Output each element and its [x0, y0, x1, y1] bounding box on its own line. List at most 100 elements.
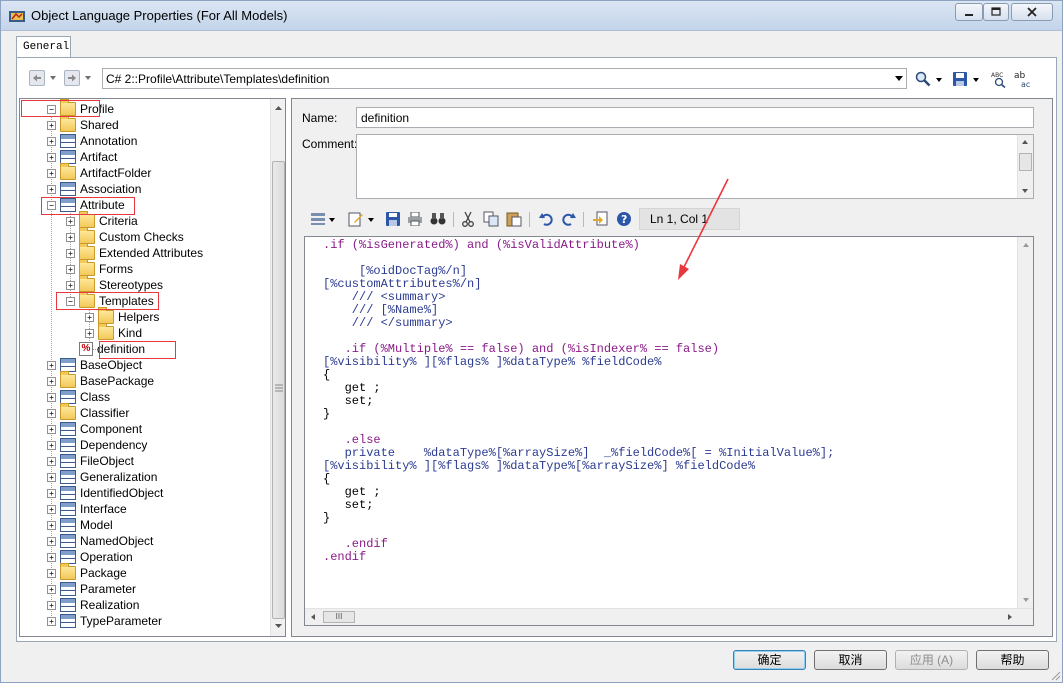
find-button[interactable] [914, 70, 932, 88]
help-button[interactable]: ? [615, 211, 632, 227]
tree-scrollbar[interactable] [270, 99, 285, 636]
expand-icon[interactable]: + [47, 168, 56, 178]
tree-item[interactable]: + Shared [47, 115, 119, 133]
tree-item[interactable]: + Realization [47, 597, 139, 613]
expand-icon[interactable]: + [47, 472, 56, 482]
edit-with-button[interactable] [347, 211, 364, 227]
resize-grip-icon[interactable] [1049, 669, 1061, 681]
edit-dropdown-icon[interactable] [368, 218, 374, 222]
expand-icon[interactable]: + [47, 568, 56, 578]
expand-icon[interactable]: + [47, 408, 56, 418]
forward-button[interactable] [64, 70, 80, 86]
tree-item[interactable]: + Generalization [47, 469, 157, 485]
comment-field[interactable] [356, 134, 1034, 199]
tree-item[interactable]: + Package [47, 563, 127, 581]
tree-item[interactable]: + Component [47, 421, 142, 437]
tree-item[interactable]: + Annotation [47, 133, 137, 149]
tree-item[interactable]: + Kind [85, 323, 142, 341]
expand-icon[interactable]: + [47, 584, 56, 594]
expand-icon[interactable]: + [66, 264, 75, 274]
properties-dropdown-icon[interactable] [329, 218, 335, 222]
cut-button[interactable] [459, 211, 476, 227]
maximize-button[interactable] [983, 3, 1009, 21]
comment-scroll-thumb[interactable] [1019, 153, 1032, 171]
tree-item[interactable]: + BasePackage [47, 371, 154, 389]
tree-item[interactable]: + Criteria [66, 211, 138, 229]
scroll-left-icon[interactable] [308, 611, 318, 623]
redo-button[interactable] [560, 211, 577, 227]
expand-icon[interactable]: + [47, 616, 56, 626]
apply-button[interactable]: 应用 (A) [895, 650, 968, 670]
expand-icon[interactable]: + [47, 424, 56, 434]
expand-icon[interactable]: + [47, 504, 56, 514]
help-dialog-button[interactable]: 帮助 [976, 650, 1049, 670]
undo-button[interactable] [537, 211, 554, 227]
expand-icon[interactable]: + [66, 280, 75, 290]
scroll-down-icon[interactable] [1018, 186, 1032, 196]
save-dropdown-icon[interactable] [973, 78, 979, 82]
code-hscroll-thumb[interactable]: III [323, 611, 355, 623]
save-button[interactable] [951, 70, 969, 88]
expand-icon[interactable]: + [47, 440, 56, 450]
tree-item[interactable]: + Artifact [47, 149, 117, 165]
comment-scrollbar[interactable] [1017, 135, 1033, 198]
expand-icon[interactable]: + [47, 520, 56, 530]
scroll-down-icon[interactable] [272, 621, 285, 631]
save-file-button[interactable] [384, 211, 401, 227]
tree-item[interactable]: + Helpers [85, 307, 159, 325]
expand-icon[interactable]: + [66, 248, 75, 258]
tree-item[interactable]: + Classifier [47, 403, 129, 421]
name-field[interactable]: definition [356, 107, 1034, 128]
expand-icon[interactable]: + [66, 216, 75, 226]
expand-icon[interactable]: + [47, 600, 56, 610]
scroll-up-icon[interactable] [1018, 137, 1032, 147]
replace-button[interactable]: ab ac [1013, 69, 1033, 89]
tree-item[interactable]: + Forms [66, 259, 133, 277]
copy-button[interactable] [482, 211, 499, 227]
cancel-button[interactable]: 取消 [814, 650, 887, 670]
close-button[interactable] [1011, 3, 1053, 21]
expand-icon[interactable]: + [47, 392, 56, 402]
tree-item[interactable]: + Interface [47, 501, 127, 517]
tree-item[interactable]: + Parameter [47, 581, 136, 597]
insert-field-button[interactable] [591, 211, 608, 227]
scroll-right-icon[interactable] [1005, 611, 1015, 623]
back-button[interactable] [29, 70, 45, 86]
back-dropdown-icon[interactable] [50, 76, 56, 80]
scroll-down-icon[interactable] [1019, 595, 1033, 605]
expand-icon[interactable]: + [47, 184, 56, 194]
expand-icon[interactable]: + [85, 328, 94, 338]
tree-item[interactable]: + FileObject [47, 453, 134, 469]
print-button[interactable] [406, 211, 423, 227]
expand-icon[interactable]: + [47, 536, 56, 546]
tree-item[interactable]: + Model [47, 517, 113, 533]
find-dropdown-icon[interactable] [936, 78, 942, 82]
tree-scroll-thumb[interactable] [272, 161, 285, 619]
tree-item[interactable]: + Class [47, 389, 110, 405]
ok-button[interactable]: 确定 [733, 650, 806, 670]
template-code[interactable]: .if (%isGenerated%) and (%isValidAttribu… [323, 239, 834, 564]
expand-icon[interactable]: + [47, 120, 56, 130]
expand-icon[interactable]: + [85, 312, 94, 322]
paste-button[interactable] [505, 211, 522, 227]
tab-general[interactable]: General [16, 36, 71, 58]
tree-item[interactable]: + NamedObject [47, 533, 153, 549]
template-code-editor[interactable]: .if (%isGenerated%) and (%isValidAttribu… [304, 236, 1034, 626]
expand-icon[interactable]: + [47, 488, 56, 498]
minimize-button[interactable] [955, 3, 983, 21]
tree-item[interactable]: + IdentifiedObject [47, 485, 163, 501]
scroll-up-icon[interactable] [1019, 240, 1033, 250]
properties-button[interactable] [309, 211, 326, 227]
expand-icon[interactable]: + [66, 232, 75, 242]
expand-icon[interactable]: + [47, 552, 56, 562]
tree-item[interactable]: + ArtifactFolder [47, 163, 151, 181]
code-vertical-scrollbar[interactable] [1017, 237, 1033, 609]
scroll-up-icon[interactable] [272, 103, 285, 113]
path-combobox[interactable]: C# 2::Profile\Attribute\Templates\defini… [102, 68, 907, 89]
tree-item[interactable]: + TypeParameter [47, 613, 162, 629]
expand-icon[interactable]: + [47, 360, 56, 370]
expand-icon[interactable]: + [47, 376, 56, 386]
spell-check-button[interactable]: ABC [989, 69, 1009, 89]
tree-item[interactable]: + Dependency [47, 437, 147, 453]
expand-icon[interactable]: + [47, 136, 56, 146]
